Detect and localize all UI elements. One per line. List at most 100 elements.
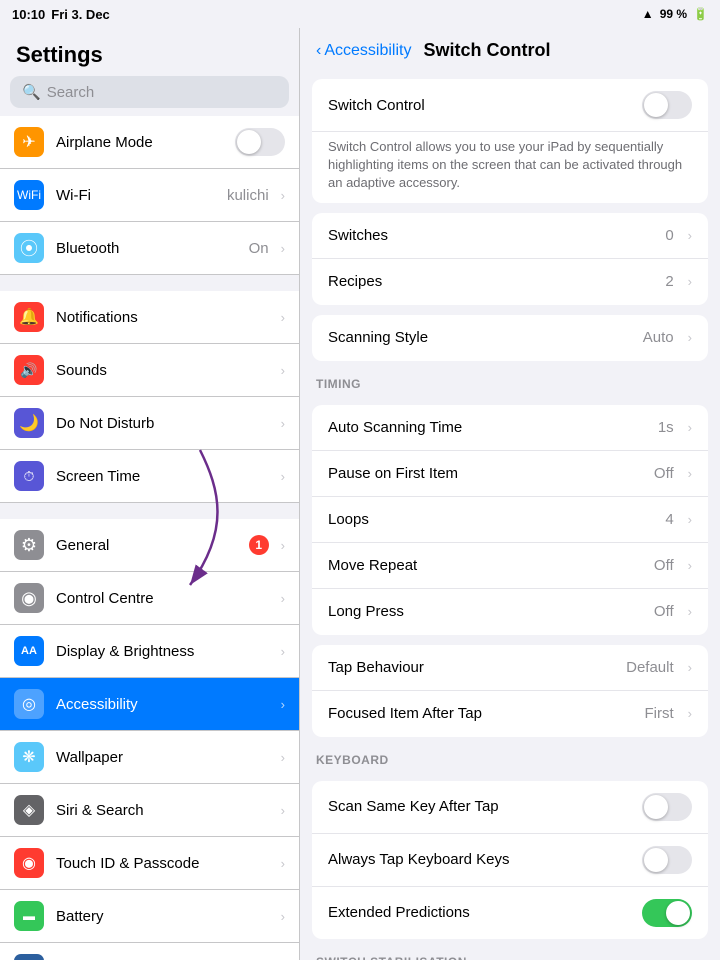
sidebar: Settings 🔍 Search ✈ Airplane Mode WiFi W…	[0, 28, 300, 960]
sidebar-label-displaybrightness: Display & Brightness	[56, 643, 269, 660]
long-press-row[interactable]: Long Press Off ›	[312, 589, 708, 635]
chevron-icon: ›	[281, 697, 285, 712]
focused-item-value: First	[644, 705, 673, 722]
general-badge: 1	[249, 535, 269, 555]
chevron-icon: ›	[688, 706, 692, 721]
sidebar-item-bluetooth[interactable]: ⦿ Bluetooth On ›	[0, 222, 299, 275]
displaybrightness-icon: AA	[14, 636, 44, 666]
switches-label: Switches	[328, 227, 655, 244]
switches-row[interactable]: Switches 0 ›	[312, 213, 708, 259]
move-repeat-row[interactable]: Move Repeat Off ›	[312, 543, 708, 589]
search-bar[interactable]: 🔍 Search	[10, 76, 289, 108]
bluetooth-icon: ⦿	[14, 233, 44, 263]
battery-icon: 🔋	[693, 7, 708, 21]
sidebar-item-notifications[interactable]: 🔔 Notifications ›	[0, 291, 299, 344]
tap-behaviour-value: Default	[626, 659, 674, 676]
panel-title: Switch Control	[423, 40, 550, 61]
touchid-icon: ◉	[14, 848, 44, 878]
long-press-label: Long Press	[328, 603, 644, 620]
scanning-style-row[interactable]: Scanning Style Auto ›	[312, 315, 708, 361]
scanning-style-label: Scanning Style	[328, 329, 633, 346]
sidebar-label-battery: Battery	[56, 908, 269, 925]
recipes-label: Recipes	[328, 273, 655, 290]
chevron-icon: ›	[281, 750, 285, 765]
siri-icon: ◈	[14, 795, 44, 825]
donotdisturb-icon: 🌙	[14, 408, 44, 438]
sidebar-item-battery[interactable]: ▬ Battery ›	[0, 890, 299, 943]
extended-predictions-label: Extended Predictions	[328, 904, 632, 921]
focused-item-row[interactable]: Focused Item After Tap First ›	[312, 691, 708, 737]
wifi-icon: WiFi	[14, 180, 44, 210]
sidebar-item-donotdisturb[interactable]: 🌙 Do Not Disturb ›	[0, 397, 299, 450]
sidebar-label-screentime: Screen Time	[56, 468, 269, 485]
wallpaper-icon: ❋	[14, 742, 44, 772]
auto-scanning-row[interactable]: Auto Scanning Time 1s ›	[312, 405, 708, 451]
sidebar-label-donotdisturb: Do Not Disturb	[56, 415, 269, 432]
chevron-icon: ›	[688, 228, 692, 243]
chevron-icon: ›	[281, 416, 285, 431]
sidebar-label-accessibility: Accessibility	[56, 696, 269, 713]
sidebar-item-airplane[interactable]: ✈ Airplane Mode	[0, 116, 299, 169]
sidebar-label-wallpaper: Wallpaper	[56, 749, 269, 766]
scanning-style-value: Auto	[643, 329, 674, 346]
scanning-group: Scanning Style Auto ›	[312, 315, 708, 361]
sidebar-label-bluetooth: Bluetooth	[56, 240, 237, 257]
switch-control-toggle[interactable]	[642, 91, 692, 119]
tap-behaviour-row[interactable]: Tap Behaviour Default ›	[312, 645, 708, 691]
recipes-row[interactable]: Recipes 2 ›	[312, 259, 708, 305]
sidebar-value-wifi: kulichi	[227, 187, 269, 204]
chevron-icon: ›	[281, 241, 285, 256]
loops-row[interactable]: Loops 4 ›	[312, 497, 708, 543]
battery-display: 99 %	[660, 7, 687, 21]
sidebar-item-sounds[interactable]: 🔊 Sounds ›	[0, 344, 299, 397]
switches-value: 0	[665, 227, 673, 244]
extended-predictions-toggle[interactable]	[642, 899, 692, 927]
sidebar-label-notifications: Notifications	[56, 309, 269, 326]
sidebar-item-siri[interactable]: ◈ Siri & Search ›	[0, 784, 299, 837]
switches-recipes-group: Switches 0 › Recipes 2 ›	[312, 213, 708, 305]
sidebar-item-wallpaper[interactable]: ❋ Wallpaper ›	[0, 731, 299, 784]
sidebar-item-controlcentre[interactable]: ◉ Control Centre ›	[0, 572, 299, 625]
sidebar-label-sounds: Sounds	[56, 362, 269, 379]
sidebar-item-wifi[interactable]: WiFi Wi-Fi kulichi ›	[0, 169, 299, 222]
sidebar-item-screentime[interactable]: ⏱ Screen Time ›	[0, 450, 299, 503]
accessibility-icon: ◎	[14, 689, 44, 719]
back-button[interactable]: ‹ Accessibility	[316, 42, 411, 60]
focused-item-label: Focused Item After Tap	[328, 705, 634, 722]
chevron-icon: ›	[688, 466, 692, 481]
move-repeat-label: Move Repeat	[328, 557, 644, 574]
chevron-icon: ›	[281, 909, 285, 924]
controlcentre-icon: ◉	[14, 583, 44, 613]
sidebar-item-privacy[interactable]: ◉ Privacy ›	[0, 943, 299, 960]
main-container: Settings 🔍 Search ✈ Airplane Mode WiFi W…	[0, 28, 720, 960]
sidebar-group-1: ✈ Airplane Mode WiFi Wi-Fi kulichi › ⦿ B…	[0, 116, 299, 275]
timing-group: Auto Scanning Time 1s › Pause on First I…	[312, 405, 708, 635]
sidebar-item-accessibility[interactable]: ◎ Accessibility ›	[0, 678, 299, 731]
back-chevron-icon: ‹	[316, 42, 321, 60]
pause-first-row[interactable]: Pause on First Item Off ›	[312, 451, 708, 497]
sidebar-label-touchid: Touch ID & Passcode	[56, 855, 269, 872]
chevron-icon: ›	[688, 604, 692, 619]
sidebar-item-touchid[interactable]: ◉ Touch ID & Passcode ›	[0, 837, 299, 890]
search-icon: 🔍	[22, 83, 41, 101]
sidebar-item-general[interactable]: ⚙ General 1 ›	[0, 519, 299, 572]
scan-same-key-row: Scan Same Key After Tap	[312, 781, 708, 834]
right-panel: ‹ Accessibility Switch Control Switch Co…	[300, 28, 720, 960]
pause-first-value: Off	[654, 465, 674, 482]
sidebar-item-displaybrightness[interactable]: AA Display & Brightness ›	[0, 625, 299, 678]
switch-control-description: Switch Control allows you to use your iP…	[312, 132, 708, 203]
scan-same-key-toggle[interactable]	[642, 793, 692, 821]
chevron-icon: ›	[281, 591, 285, 606]
tap-behaviour-label: Tap Behaviour	[328, 659, 616, 676]
sidebar-label-siri: Siri & Search	[56, 802, 269, 819]
switch-control-label: Switch Control	[328, 97, 632, 114]
chevron-icon: ›	[688, 512, 692, 527]
status-right: ▲ 99 % 🔋	[642, 7, 708, 21]
chevron-icon: ›	[281, 538, 285, 553]
sidebar-value-bluetooth: On	[249, 240, 269, 257]
sidebar-label-wifi: Wi-Fi	[56, 187, 215, 204]
sidebar-list: ✈ Airplane Mode WiFi Wi-Fi kulichi › ⦿ B…	[0, 116, 299, 960]
recipes-value: 2	[665, 273, 673, 290]
always-tap-toggle[interactable]	[642, 846, 692, 874]
airplane-toggle[interactable]	[235, 128, 285, 156]
